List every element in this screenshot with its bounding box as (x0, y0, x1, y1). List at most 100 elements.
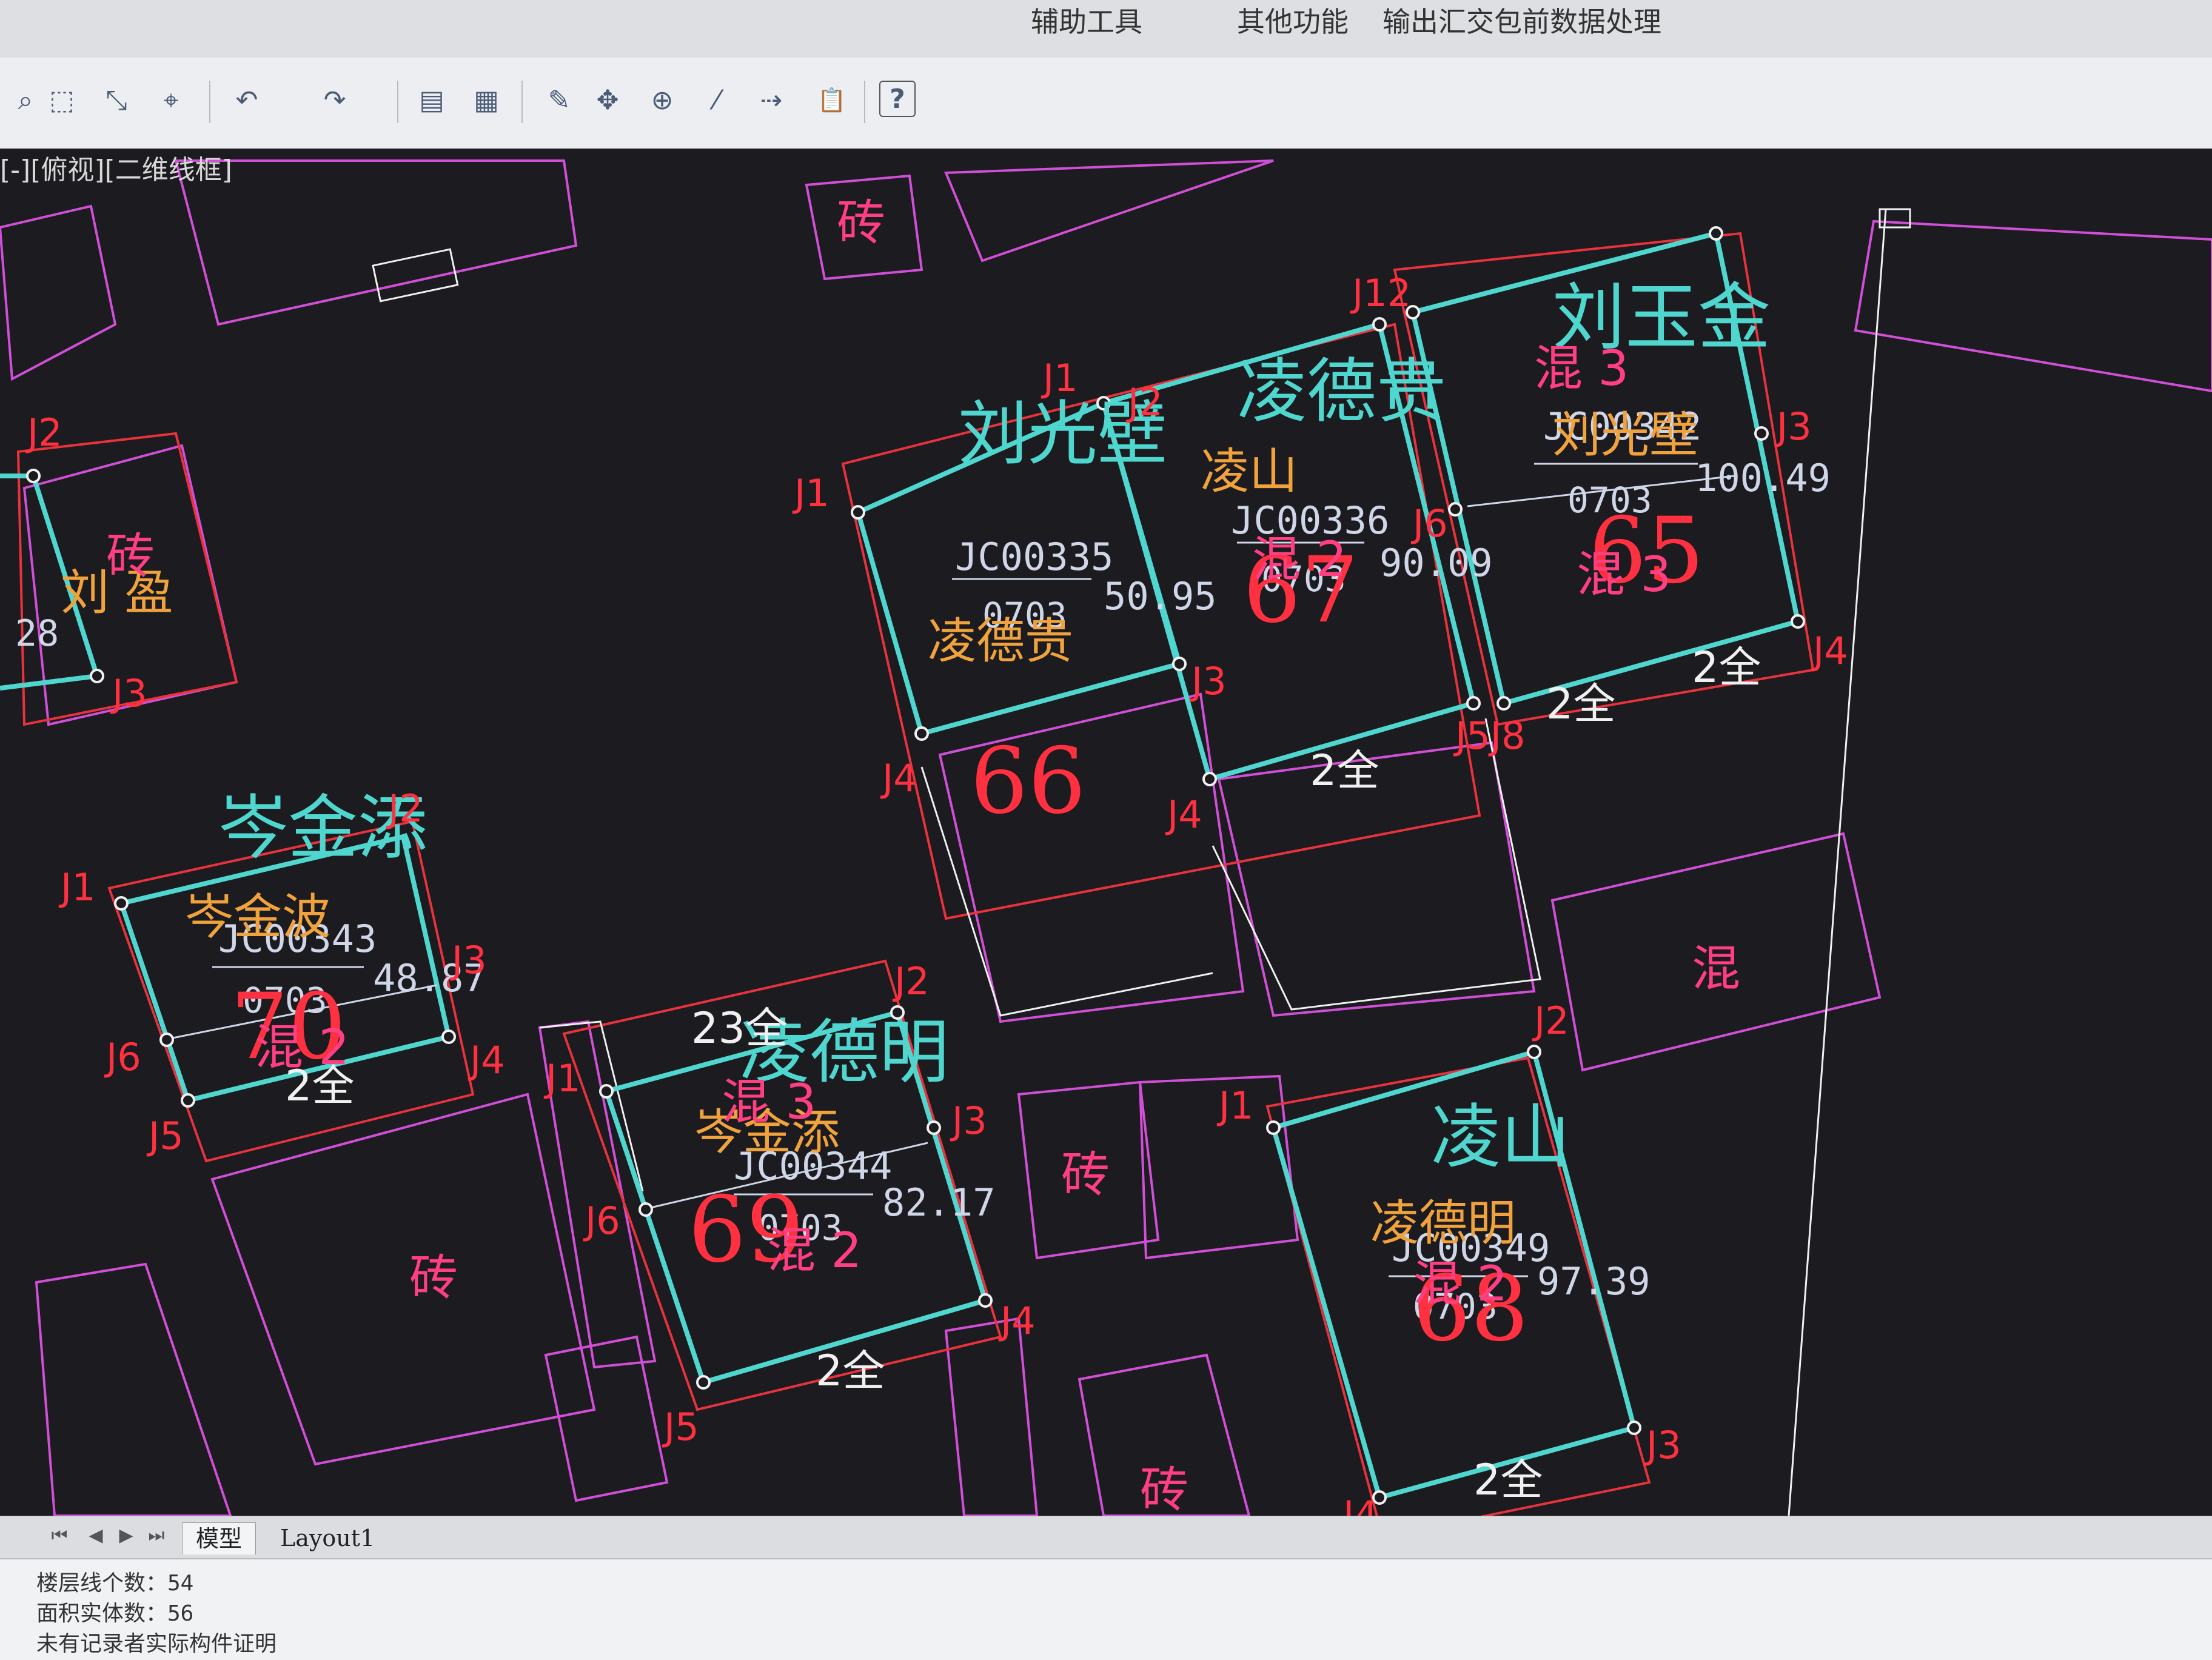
tab-layout1[interactable]: Layout1 (267, 1522, 388, 1554)
vertex[interactable] (1791, 614, 1805, 629)
help-icon[interactable]: ? (879, 81, 916, 117)
undo-glyph: ↶ (235, 84, 258, 116)
help-glyph: ? (890, 83, 905, 115)
layout-tabs: ⏮ ◀ ▶ ⏭ 模型 Layout1 (0, 1516, 2212, 1559)
point-label: J2 (1532, 999, 1569, 1043)
properties-glyph: ▤ (419, 84, 444, 116)
zoom-extents-glyph: ⤡ (106, 84, 127, 116)
point-label: J5 (146, 1114, 184, 1158)
first-tab-icon[interactable]: ⏮ (49, 1525, 70, 1549)
material-label: 砖 (409, 1250, 458, 1306)
orange-label: 凌山 (1201, 443, 1298, 500)
toolbar-separator (864, 81, 865, 123)
extend-glyph: ⇢ (760, 84, 783, 116)
design-center-icon[interactable]: ▦ (467, 81, 506, 119)
extend-icon[interactable]: ⇢ (752, 81, 791, 119)
vertex[interactable] (1754, 426, 1769, 441)
vertex[interactable] (1448, 502, 1463, 517)
wall-label: 2全 (1310, 746, 1379, 795)
move-icon[interactable]: ✥ (588, 81, 627, 119)
properties-icon[interactable]: ▤ (412, 81, 451, 119)
vertex[interactable] (1266, 1120, 1281, 1135)
zoom-extents-icon[interactable]: ⤡ (97, 81, 136, 119)
vertex[interactable] (927, 1120, 941, 1135)
point-label: J3 (1644, 1423, 1681, 1467)
wall-label: 2全 (816, 1346, 885, 1396)
copy-icon[interactable]: ⊕ (643, 81, 682, 119)
vertex[interactable] (159, 1032, 174, 1047)
vertex[interactable] (638, 1202, 653, 1217)
parcel-area: 100.49 (1695, 456, 1831, 500)
vertex[interactable] (114, 896, 129, 911)
point-label: J3 (110, 671, 147, 715)
vertex[interactable] (599, 1084, 614, 1099)
menu-item-other-functions[interactable]: 其他功能 (1237, 0, 1349, 40)
wall-label: 2全 (1473, 1455, 1543, 1505)
vertex[interactable] (1627, 1421, 1641, 1435)
toolbar-separator (397, 81, 398, 123)
redo-icon[interactable]: ↷ (315, 81, 354, 119)
vertex[interactable] (1466, 696, 1481, 711)
command-line: 未有记录者实际构件证明 (36, 1632, 277, 1656)
lot-number: 66 (970, 729, 1086, 834)
zoom-window-icon[interactable]: ⬚ (42, 81, 81, 119)
trim-glyph: ⁄ (714, 84, 719, 116)
vertex[interactable] (26, 469, 41, 483)
point-label: J12 (1350, 271, 1411, 315)
vertex[interactable] (1172, 657, 1187, 671)
prev-tab-icon[interactable]: ◀ (85, 1525, 107, 1549)
vertex[interactable] (978, 1293, 993, 1308)
zoom-previous-glyph: ⌖ (163, 84, 179, 116)
toolbar: ⌕ ⬚ ⤡ ⌖ ↶ ↷ ▤ ▦ ✎ ✥ ⊕ ⁄ ⇢ 📋 ? (0, 58, 2212, 150)
point-label: J6 (1410, 501, 1448, 546)
vertex[interactable] (181, 1093, 195, 1108)
point-label: J2 (1125, 380, 1163, 424)
vertex[interactable] (1709, 226, 1723, 241)
owner-name: 凌山 (1431, 1097, 1570, 1178)
material-label: 混 2 (767, 1222, 862, 1279)
material-label: 砖 (106, 528, 155, 584)
next-tab-icon[interactable]: ▶ (115, 1525, 137, 1549)
parcel-area: 50.95 (1104, 574, 1217, 618)
design-center-glyph: ▦ (474, 84, 499, 116)
wall-label: 23全 (691, 1003, 788, 1053)
viewport-label[interactable]: [-][俯视][二维线框] (0, 155, 232, 186)
owner-name: 凌德贵 (1237, 351, 1446, 432)
menu-item-auxiliary-tools[interactable]: 辅助工具 (1031, 0, 1142, 40)
vertex[interactable] (441, 1029, 456, 1044)
vertex[interactable] (914, 726, 929, 741)
command-history[interactable]: 楼层线个数：54 面积实体数：56 未有记录者实际构件证明 (0, 1558, 2212, 1660)
point-label: J4 (1811, 629, 1848, 673)
orange-label: 凌德贵 (928, 613, 1073, 669)
point-label: J2 (25, 410, 62, 455)
vertex[interactable] (1496, 696, 1511, 711)
point-label: J2 (892, 959, 930, 1003)
point-label: J5J8 (1453, 714, 1525, 758)
match-properties-icon[interactable]: ✎ (540, 81, 578, 119)
material-label: 混 3 (722, 1074, 816, 1130)
vertex[interactable] (90, 669, 104, 683)
vertex[interactable] (1372, 317, 1387, 332)
wall-label: 2全 (1546, 679, 1616, 729)
cad-drawing[interactable]: [-][俯视][二维线框] 刘玉金 凌德贵 刘光壁 岑金添 凌德明 凌山 JC0… (0, 149, 2212, 1516)
vertex[interactable] (1527, 1045, 1541, 1059)
drawing-canvas[interactable]: [-][俯视][二维线框] 刘玉金 凌德贵 刘光壁 岑金添 凌德明 凌山 JC0… (0, 149, 2212, 1516)
last-tab-icon[interactable]: ⏭ (146, 1525, 167, 1549)
zoom-icon[interactable]: ⌕ (6, 81, 45, 119)
zoom-previous-icon[interactable]: ⌖ (152, 81, 190, 119)
tab-model[interactable]: 模型 (182, 1522, 256, 1555)
vertex[interactable] (851, 505, 865, 520)
paste-icon[interactable]: 📋 (813, 81, 851, 119)
vertex[interactable] (696, 1375, 711, 1390)
menu-item-pre-submission-data[interactable]: 输出汇交包前数据处理 (1382, 0, 1661, 40)
undo-icon[interactable]: ↶ (227, 81, 266, 119)
menu-bar: 辅助工具 其他功能 输出汇交包前数据处理 (0, 0, 2212, 58)
point-label: J3 (950, 1099, 987, 1143)
point-label: J4 (468, 1038, 505, 1082)
paste-glyph: 📋 (817, 86, 846, 113)
vertex[interactable] (1202, 772, 1217, 786)
material-label: 混 3 (1577, 546, 1671, 603)
copy-glyph: ⊕ (651, 84, 674, 116)
trim-icon[interactable]: ⁄ (697, 81, 736, 119)
parcel-code: JC00335 (955, 535, 1113, 579)
